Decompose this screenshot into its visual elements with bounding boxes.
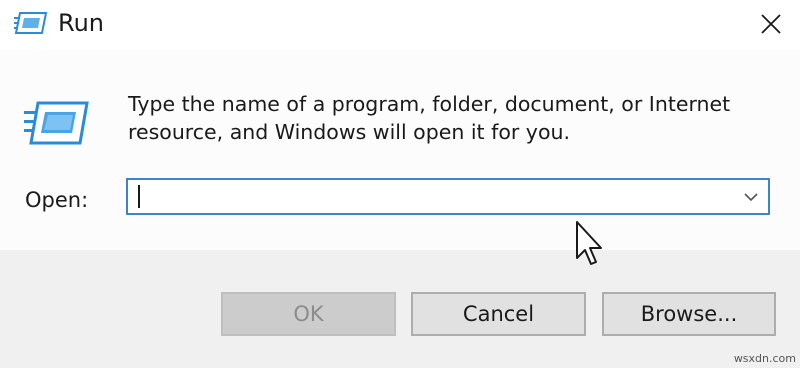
browse-button[interactable]: Browse...	[602, 292, 776, 336]
text-caret	[138, 185, 140, 208]
watermark: wsxdn.com	[733, 352, 796, 365]
close-button[interactable]	[748, 2, 794, 46]
mouse-pointer-icon	[576, 221, 602, 265]
run-icon	[14, 12, 48, 34]
chevron-down-icon[interactable]	[742, 188, 760, 206]
open-combobox[interactable]	[126, 178, 770, 215]
title-bar: Run	[0, 0, 800, 50]
ok-button[interactable]: OK	[221, 292, 396, 336]
window-title: Run	[58, 9, 105, 37]
run-program-icon	[24, 101, 89, 145]
close-icon	[761, 14, 781, 34]
open-input[interactable]	[136, 183, 726, 209]
button-bar: OK Cancel Browse...	[0, 250, 800, 368]
dialog-content: Type the name of a program, folder, docu…	[0, 50, 800, 250]
open-label: Open:	[25, 188, 89, 212]
cancel-button[interactable]: Cancel	[411, 292, 586, 336]
run-dialog: Run Type the name of a program, folder, …	[0, 0, 800, 368]
dialog-description: Type the name of a program, folder, docu…	[128, 92, 731, 144]
